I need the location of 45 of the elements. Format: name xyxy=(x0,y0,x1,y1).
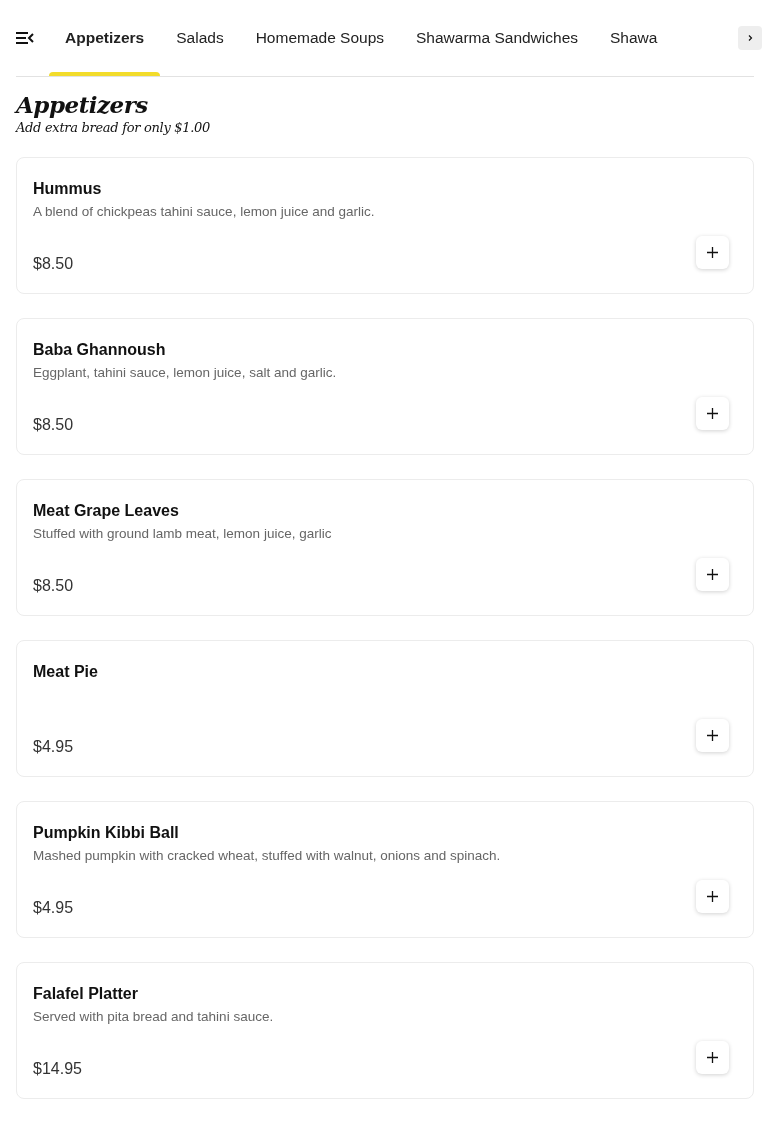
item-price: $14.95 xyxy=(33,1059,82,1078)
add-button[interactable] xyxy=(696,397,729,430)
section-subtitle: Add extra bread for only $1.00 xyxy=(16,120,211,135)
section-title: Appetizers xyxy=(16,91,149,118)
menu-item-card[interactable]: Pumpkin Kibbi Ball Mashed pumpkin with cracked wheat, stuffed with walnut, onions and spinach. $4.95 xyxy=(16,801,754,938)
menu-item-card[interactable]: Baba Ghannoush Eggplant, tahini sauce, lemon juice, salt and garlic. $8.50 xyxy=(16,318,754,455)
item-name: Meat Pie xyxy=(33,663,99,681)
plus-icon xyxy=(707,569,718,580)
item-name: Pumpkin Kibbi Ball xyxy=(33,824,180,842)
plus-icon xyxy=(707,247,718,258)
add-button[interactable] xyxy=(696,558,729,591)
item-name: Falafel Platter xyxy=(33,985,139,1003)
add-button[interactable] xyxy=(696,1041,729,1074)
menu-item-card[interactable]: Meat Pie $4.95 xyxy=(16,640,754,777)
item-price: $4.95 xyxy=(33,737,74,756)
plus-icon xyxy=(707,730,718,741)
scroll-right-button[interactable] xyxy=(738,26,762,50)
item-price: $8.50 xyxy=(33,415,74,434)
menu-item-card[interactable]: Falafel Platter Served with pita bread and tahini sauce. $14.95 xyxy=(16,962,754,1099)
item-price: $8.50 xyxy=(33,576,74,595)
category-tab[interactable]: Shawarma Sandwiches xyxy=(400,0,594,76)
item-price: $8.50 xyxy=(33,254,74,273)
item-description: A blend of chickpeas tahini sauce, lemon juice and garlic. xyxy=(33,204,376,221)
plus-icon xyxy=(707,1052,718,1063)
item-description: Stuffed with ground lamb meat, lemon juice, garlic xyxy=(33,526,333,543)
item-name: Baba Ghannoush xyxy=(33,341,167,359)
item-price: $4.95 xyxy=(33,898,74,917)
chevron-right-icon xyxy=(746,34,754,42)
category-tab[interactable]: Appetizers xyxy=(49,0,161,76)
add-button[interactable] xyxy=(696,719,729,752)
add-button[interactable] xyxy=(696,880,729,913)
menu-icon[interactable] xyxy=(16,31,34,45)
category-tab[interactable]: Salads xyxy=(160,0,240,76)
category-tab[interactable]: Homemade Soups xyxy=(239,0,401,76)
item-description: Mashed pumpkin with cracked wheat, stuffed with walnut, onions and spinach. xyxy=(33,848,502,865)
item-name: Meat Grape Leaves xyxy=(33,502,180,520)
menu-item-card[interactable]: Hummus A blend of chickpeas tahini sauce, lemon juice and garlic. $8.50 xyxy=(16,157,754,294)
item-description: Served with pita bread and tahini sauce. xyxy=(33,1009,275,1026)
category-tab[interactable]: Shawa xyxy=(594,0,658,76)
item-description: Eggplant, tahini sauce, lemon juice, salt and garlic. xyxy=(33,365,338,382)
add-button[interactable] xyxy=(696,236,729,269)
item-name: Hummus xyxy=(33,180,103,198)
plus-icon xyxy=(707,408,718,419)
menu-item-card[interactable]: Meat Grape Leaves Stuffed with ground lamb meat, lemon juice, garlic $8.50 xyxy=(16,479,754,616)
plus-icon xyxy=(707,891,718,902)
